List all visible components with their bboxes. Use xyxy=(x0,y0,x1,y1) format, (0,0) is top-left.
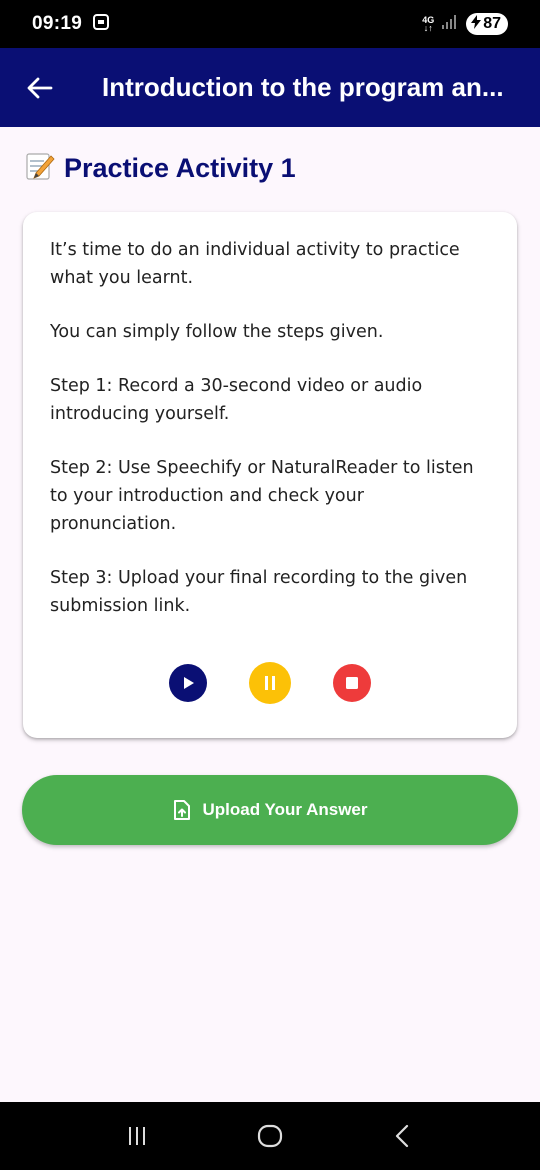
activity-heading: Practice Activity 1 xyxy=(24,150,296,187)
card-paragraph: Step 3: Upload your final recording to t… xyxy=(50,568,468,616)
battery-indicator: 87 xyxy=(466,13,508,35)
status-right: 4G ↓↑ 87 xyxy=(422,13,508,35)
battery-level: 87 xyxy=(483,15,501,32)
card-paragraph: Step 1: Record a 30-second video or audi… xyxy=(50,376,423,424)
media-controls xyxy=(23,662,517,704)
recent-apps-icon xyxy=(128,1127,145,1145)
status-time: 09:19 xyxy=(32,13,83,34)
app-bar: Introduction to the program an... xyxy=(0,48,540,127)
stop-icon xyxy=(346,677,358,689)
pause-button[interactable] xyxy=(249,662,291,704)
upload-answer-button[interactable]: Upload Your Answer xyxy=(22,775,518,845)
play-button[interactable] xyxy=(169,664,207,702)
card-paragraph: It’s time to do an individual activity t… xyxy=(50,240,460,288)
memo-icon xyxy=(24,150,56,187)
home-button[interactable] xyxy=(240,1106,300,1166)
network-type: 4G ↓↑ xyxy=(422,15,435,33)
screenshot-notification-icon xyxy=(92,13,110,36)
activity-title: Practice Activity 1 xyxy=(64,153,296,183)
file-upload-icon xyxy=(173,800,190,820)
status-bar: 09:19 4G ↓↑ 87 xyxy=(0,0,540,48)
card-paragraph: Step 2: Use Speechify or NaturalReader t… xyxy=(50,458,474,534)
play-icon xyxy=(184,677,194,689)
status-left: 09:19 xyxy=(32,13,110,36)
activity-card: It’s time to do an individual activity t… xyxy=(23,212,517,738)
back-button[interactable] xyxy=(0,48,80,127)
back-chevron-icon xyxy=(396,1124,409,1148)
home-icon xyxy=(257,1124,283,1148)
back-nav-button[interactable] xyxy=(373,1106,433,1166)
upload-label: Upload Your Answer xyxy=(202,800,368,819)
pause-icon xyxy=(265,676,275,690)
page-title: Introduction to the program an... xyxy=(102,72,504,102)
network-label: 4G xyxy=(422,15,435,25)
back-arrow-icon xyxy=(27,77,53,98)
recent-apps-button[interactable] xyxy=(107,1106,167,1166)
charging-icon xyxy=(471,14,482,34)
stop-button[interactable] xyxy=(333,664,371,702)
system-nav-bar xyxy=(0,1102,540,1170)
signal-icon xyxy=(442,14,458,34)
card-paragraph: You can simply follow the steps given. xyxy=(50,322,384,342)
